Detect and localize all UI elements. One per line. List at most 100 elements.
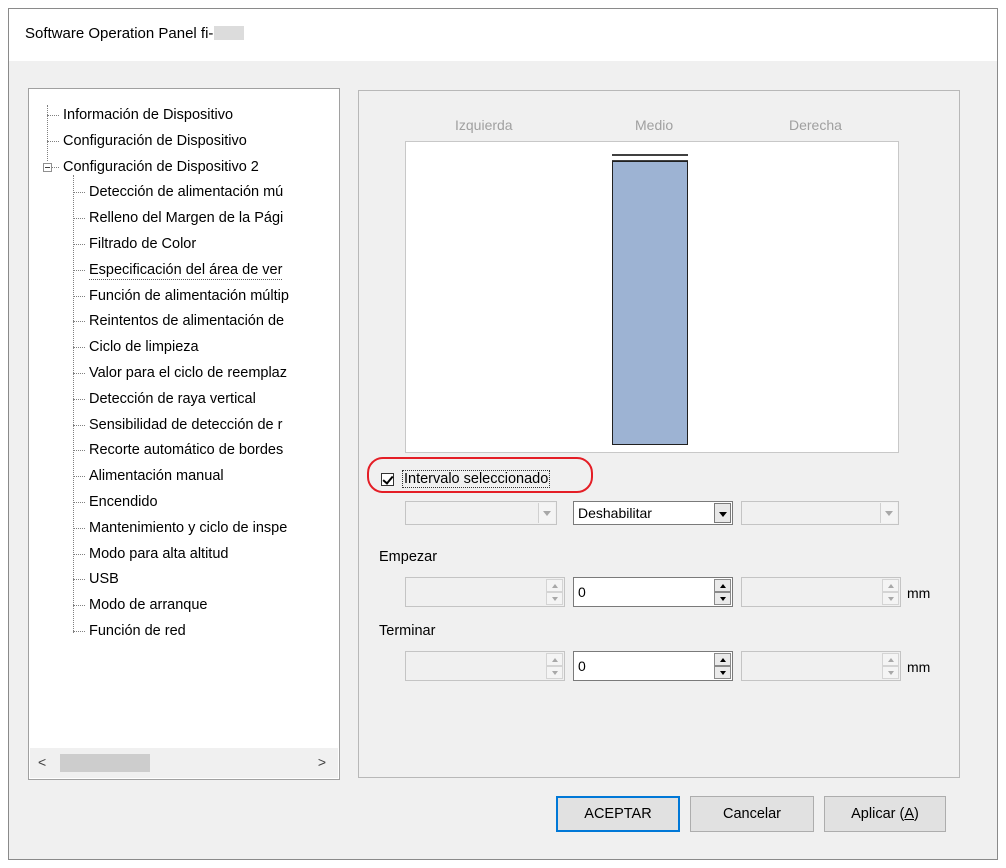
- preview-top-edge: [612, 154, 688, 161]
- tree-connector-line: [47, 105, 48, 161]
- mode-select-middle-value: Deshabilitar: [578, 505, 652, 521]
- end-left-spinner: [405, 651, 565, 681]
- tree-connector-line: [73, 192, 85, 194]
- tree-connector-line: [73, 424, 85, 426]
- tree-item[interactable]: Configuración de Dispositivo 2: [63, 157, 259, 177]
- start-unit: mm: [907, 585, 931, 601]
- tree-connector-line: [73, 450, 85, 452]
- selected-interval-checkbox-row[interactable]: Intervalo seleccionado: [381, 469, 551, 489]
- tree-item[interactable]: Filtrado de Color: [89, 234, 196, 254]
- spin-down-icon: [546, 592, 563, 605]
- window-title: Software Operation Panel fi-: [25, 25, 245, 42]
- end-label: Terminar: [379, 623, 436, 639]
- tree-item[interactable]: Ciclo de limpieza: [89, 337, 199, 357]
- tree-item[interactable]: Función de red: [89, 621, 186, 641]
- title-bar: Software Operation Panel fi-: [9, 9, 997, 61]
- spin-down-icon: [882, 592, 899, 605]
- start-right-spinner: [741, 577, 901, 607]
- apply-accelerator-key: A: [904, 806, 914, 822]
- spin-down-icon[interactable]: [714, 666, 731, 679]
- selected-interval-checkbox[interactable]: [381, 472, 394, 486]
- settings-tree[interactable]: < > Información de Dispositivo Configurac…: [28, 88, 340, 780]
- tree-item[interactable]: Detección de alimentación mú: [89, 182, 283, 202]
- tree-item[interactable]: Función de alimentación múltip: [89, 286, 289, 306]
- spin-up-icon: [546, 653, 563, 666]
- redacted-model-mark: [214, 26, 245, 40]
- tree-item[interactable]: Sensibilidad de detección de r: [89, 415, 282, 435]
- apply-button-label: Aplicar (A): [851, 806, 919, 822]
- mode-select-middle[interactable]: Deshabilitar: [573, 501, 733, 525]
- apply-button[interactable]: Aplicar (A): [824, 796, 946, 832]
- tree-item[interactable]: Modo para alta altitud: [89, 544, 228, 564]
- area-preview: [405, 141, 899, 453]
- tree-connector-line: [73, 476, 85, 478]
- tree-connector-line: [73, 527, 85, 529]
- chevron-down-icon: [538, 503, 555, 523]
- ok-button[interactable]: ACEPTAR: [556, 796, 680, 832]
- tree-connector-line: [73, 373, 85, 374]
- tree-connector-line: [73, 631, 85, 632]
- tree-item[interactable]: Modo de arranque: [89, 595, 208, 615]
- collapse-toggle-icon[interactable]: [43, 162, 52, 172]
- mode-select-left: [405, 501, 557, 525]
- area-settings-panel: Izquierda Medio Derecha Intervalo selecc…: [358, 90, 960, 778]
- tree-connector-line: [73, 269, 85, 271]
- apply-label-suffix: ): [914, 806, 919, 822]
- end-middle-value[interactable]: 0: [578, 658, 586, 674]
- end-right-spinner: [741, 651, 901, 681]
- mode-select-right: [741, 501, 899, 525]
- tree-connector-line: [73, 295, 85, 297]
- start-middle-spinner[interactable]: 0: [573, 577, 733, 607]
- cancel-button[interactable]: Cancelar: [690, 796, 814, 832]
- tree-item[interactable]: Mantenimiento y ciclo de inspe: [89, 518, 287, 538]
- tree-connector-line: [73, 347, 85, 349]
- spin-down-icon: [546, 666, 563, 679]
- tree-horizontal-scrollbar[interactable]: < >: [30, 748, 338, 778]
- scroll-right-arrow-icon[interactable]: >: [318, 754, 326, 770]
- spin-up-icon: [546, 579, 563, 592]
- preview-middle-bar: [612, 161, 688, 445]
- chevron-down-icon[interactable]: [714, 503, 731, 523]
- apply-label-prefix: Aplicar (: [851, 806, 905, 822]
- tree-item[interactable]: Configuración de Dispositivo: [63, 131, 247, 151]
- scrollbar-thumb[interactable]: [60, 754, 150, 772]
- column-label-left: Izquierda: [455, 117, 513, 133]
- tree-item[interactable]: USB: [89, 569, 119, 589]
- tree-connector-line: [73, 398, 85, 400]
- tree-item[interactable]: Recorte automático de bordes: [89, 440, 283, 460]
- selected-interval-label[interactable]: Intervalo seleccionado: [402, 470, 551, 488]
- spin-up-icon: [882, 653, 899, 666]
- tree-connector-line: [73, 321, 85, 323]
- tree-connector-line: [73, 502, 85, 503]
- tree-item[interactable]: Reintentos de alimentación de: [89, 311, 284, 331]
- tree-item[interactable]: Valor para el ciclo de reemplaz: [89, 363, 287, 383]
- window-title-text: Software Operation Panel fi-: [25, 25, 214, 42]
- tree-item[interactable]: Especificación del área de ver: [89, 260, 283, 280]
- tree-connector-line: [73, 579, 85, 581]
- column-label-middle: Medio: [635, 117, 674, 133]
- tree-connector-line: [73, 605, 85, 607]
- start-label: Empezar: [379, 549, 438, 565]
- start-left-spinner: [405, 577, 565, 607]
- tree-item[interactable]: Alimentación manual: [89, 466, 224, 486]
- ok-button-label: ACEPTAR: [584, 806, 652, 822]
- chevron-down-icon: [880, 503, 897, 523]
- tree-item[interactable]: Relleno del Margen de la Pági: [89, 208, 283, 228]
- end-middle-spinner[interactable]: 0: [573, 651, 733, 681]
- tree-connector-line: [73, 244, 85, 245]
- spin-down-icon[interactable]: [714, 592, 731, 605]
- start-middle-value[interactable]: 0: [578, 584, 586, 600]
- scroll-left-arrow-icon[interactable]: <: [38, 754, 46, 770]
- end-unit: mm: [907, 659, 931, 675]
- tree-connector-line: [73, 218, 85, 220]
- cancel-button-label: Cancelar: [722, 806, 782, 822]
- tree-item[interactable]: Información de Dispositivo: [63, 105, 233, 125]
- spin-up-icon[interactable]: [714, 653, 731, 666]
- spin-down-icon: [882, 666, 899, 679]
- spin-up-icon[interactable]: [714, 579, 731, 592]
- tree-item[interactable]: Encendido: [89, 492, 158, 512]
- tree-item[interactable]: Detección de raya vertical: [89, 389, 256, 409]
- spin-up-icon: [882, 579, 899, 592]
- tree-connector-line: [47, 140, 59, 142]
- tree-connector-line: [73, 553, 85, 555]
